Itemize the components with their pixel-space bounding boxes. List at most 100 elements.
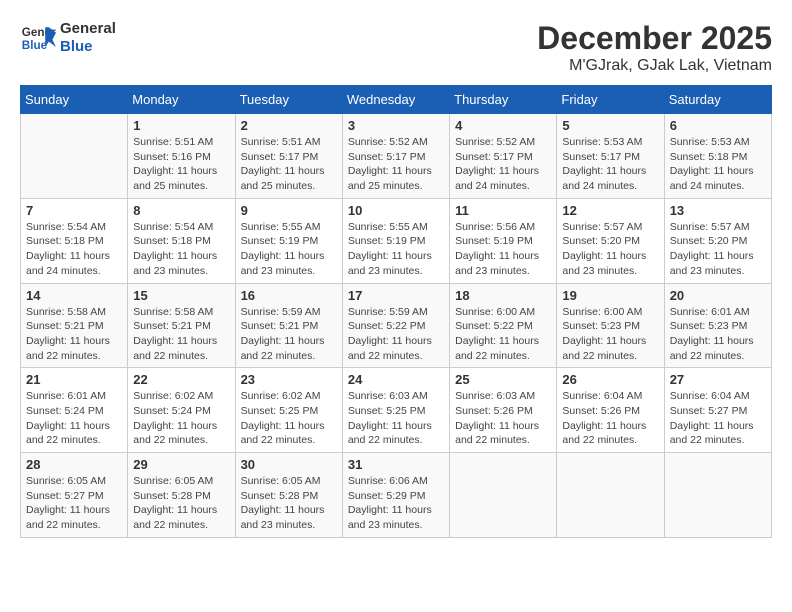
day-info: Sunrise: 6:00 AM Sunset: 5:23 PM Dayligh… xyxy=(562,305,658,364)
calendar-cell: 20 Sunrise: 6:01 AM Sunset: 5:23 PM Dayli… xyxy=(664,283,771,368)
calendar-cell: 25 Sunrise: 6:03 AM Sunset: 5:26 PM Dayli… xyxy=(450,368,557,453)
day-number: 20 xyxy=(670,288,766,303)
calendar-cell: 8Sunrise: 5:54 AM Sunset: 5:18 PM Daylig… xyxy=(128,198,235,283)
day-number: 1 xyxy=(133,118,229,133)
day-number: 4 xyxy=(455,118,551,133)
calendar-cell: 2 Sunrise: 5:51 AM Sunset: 5:17 PM Daylig… xyxy=(235,114,342,199)
calendar-cell: 22Sunrise: 6:02 AM Sunset: 5:24 PM Dayli… xyxy=(128,368,235,453)
calendar-cell: 23Sunrise: 6:02 AM Sunset: 5:25 PM Dayli… xyxy=(235,368,342,453)
day-number: 11 xyxy=(455,203,551,218)
page-subtitle: M'GJrak, GJak Lak, Vietnam xyxy=(537,57,772,75)
day-info: Sunrise: 5:58 AM Sunset: 5:21 PM Dayligh… xyxy=(26,305,122,364)
calendar-cell: 21 Sunrise: 6:01 AM Sunset: 5:24 PM Dayli… xyxy=(21,368,128,453)
day-number: 26 xyxy=(562,372,658,387)
svg-text:Blue: Blue xyxy=(22,39,48,52)
day-number: 9 xyxy=(241,203,337,218)
day-info: Sunrise: 5:51 AM Sunset: 5:17 PM Dayligh… xyxy=(241,135,337,194)
calendar-cell: 18Sunrise: 6:00 AM Sunset: 5:22 PM Dayli… xyxy=(450,283,557,368)
logo-general: General xyxy=(60,20,116,38)
day-number: 15 xyxy=(133,288,229,303)
day-info: Sunrise: 5:55 AM Sunset: 5:19 PM Dayligh… xyxy=(348,220,444,279)
day-number: 29 xyxy=(133,457,229,472)
day-number: 3 xyxy=(348,118,444,133)
day-number: 25 xyxy=(455,372,551,387)
week-row-2: 7 Sunrise: 5:54 AM Sunset: 5:18 PM Daylig… xyxy=(21,198,772,283)
day-number: 30 xyxy=(241,457,337,472)
calendar-cell xyxy=(450,453,557,538)
title-block: December 2025 M'GJrak, GJak Lak, Vietnam xyxy=(537,20,772,75)
calendar-cell: 14 Sunrise: 5:58 AM Sunset: 5:21 PM Dayli… xyxy=(21,283,128,368)
calendar-cell: 4 Sunrise: 5:52 AM Sunset: 5:17 PM Daylig… xyxy=(450,114,557,199)
day-number: 27 xyxy=(670,372,766,387)
calendar-cell: 19 Sunrise: 6:00 AM Sunset: 5:23 PM Dayli… xyxy=(557,283,664,368)
day-number: 17 xyxy=(348,288,444,303)
day-number: 14 xyxy=(26,288,122,303)
calendar-cell xyxy=(664,453,771,538)
day-info: Sunrise: 6:01 AM Sunset: 5:23 PM Dayligh… xyxy=(670,305,766,364)
logo: General Blue General Blue xyxy=(20,20,116,56)
day-number: 19 xyxy=(562,288,658,303)
day-number: 31 xyxy=(348,457,444,472)
day-number: 6 xyxy=(670,118,766,133)
calendar-cell: 24Sunrise: 6:03 AM Sunset: 5:25 PM Dayli… xyxy=(342,368,449,453)
week-row-4: 21 Sunrise: 6:01 AM Sunset: 5:24 PM Dayli… xyxy=(21,368,772,453)
calendar-cell: 5Sunrise: 5:53 AM Sunset: 5:17 PM Daylig… xyxy=(557,114,664,199)
header-day-wednesday: Wednesday xyxy=(342,86,449,114)
logo-icon: General Blue xyxy=(20,20,56,56)
header-day-sunday: Sunday xyxy=(21,86,128,114)
day-info: Sunrise: 6:04 AM Sunset: 5:27 PM Dayligh… xyxy=(670,389,766,448)
day-info: Sunrise: 5:57 AM Sunset: 5:20 PM Dayligh… xyxy=(562,220,658,279)
calendar-cell: 26Sunrise: 6:04 AM Sunset: 5:26 PM Dayli… xyxy=(557,368,664,453)
week-row-3: 14 Sunrise: 5:58 AM Sunset: 5:21 PM Dayli… xyxy=(21,283,772,368)
calendar-cell: 13Sunrise: 5:57 AM Sunset: 5:20 PM Dayli… xyxy=(664,198,771,283)
day-number: 16 xyxy=(241,288,337,303)
calendar-cell xyxy=(21,114,128,199)
day-number: 2 xyxy=(241,118,337,133)
header-day-tuesday: Tuesday xyxy=(235,86,342,114)
day-info: Sunrise: 6:02 AM Sunset: 5:24 PM Dayligh… xyxy=(133,389,229,448)
calendar-cell xyxy=(557,453,664,538)
week-row-1: 1 Sunrise: 5:51 AM Sunset: 5:16 PM Daylig… xyxy=(21,114,772,199)
day-number: 8 xyxy=(133,203,229,218)
calendar-cell: 16 Sunrise: 5:59 AM Sunset: 5:21 PM Dayli… xyxy=(235,283,342,368)
header-day-thursday: Thursday xyxy=(450,86,557,114)
day-number: 24 xyxy=(348,372,444,387)
day-number: 23 xyxy=(241,372,337,387)
day-number: 13 xyxy=(670,203,766,218)
day-number: 7 xyxy=(26,203,122,218)
day-number: 18 xyxy=(455,288,551,303)
page-title: December 2025 xyxy=(537,20,772,57)
calendar-cell: 31 Sunrise: 6:06 AM Sunset: 5:29 PM Dayli… xyxy=(342,453,449,538)
day-info: Sunrise: 5:54 AM Sunset: 5:18 PM Dayligh… xyxy=(26,220,122,279)
day-info: Sunrise: 5:52 AM Sunset: 5:17 PM Dayligh… xyxy=(348,135,444,194)
day-info: Sunrise: 6:06 AM Sunset: 5:29 PM Dayligh… xyxy=(348,474,444,533)
calendar-cell: 3 Sunrise: 5:52 AM Sunset: 5:17 PM Daylig… xyxy=(342,114,449,199)
week-row-5: 28Sunrise: 6:05 AM Sunset: 5:27 PM Dayli… xyxy=(21,453,772,538)
header-day-saturday: Saturday xyxy=(664,86,771,114)
day-info: Sunrise: 5:55 AM Sunset: 5:19 PM Dayligh… xyxy=(241,220,337,279)
calendar-table: SundayMondayTuesdayWednesdayThursdayFrid… xyxy=(20,85,772,538)
day-info: Sunrise: 5:53 AM Sunset: 5:18 PM Dayligh… xyxy=(670,135,766,194)
day-info: Sunrise: 5:59 AM Sunset: 5:21 PM Dayligh… xyxy=(241,305,337,364)
day-info: Sunrise: 6:01 AM Sunset: 5:24 PM Dayligh… xyxy=(26,389,122,448)
calendar-cell: 30 Sunrise: 6:05 AM Sunset: 5:28 PM Dayli… xyxy=(235,453,342,538)
day-info: Sunrise: 5:59 AM Sunset: 5:22 PM Dayligh… xyxy=(348,305,444,364)
day-info: Sunrise: 6:05 AM Sunset: 5:28 PM Dayligh… xyxy=(133,474,229,533)
day-info: Sunrise: 6:05 AM Sunset: 5:27 PM Dayligh… xyxy=(26,474,122,533)
day-info: Sunrise: 6:05 AM Sunset: 5:28 PM Dayligh… xyxy=(241,474,337,533)
calendar-cell: 17 Sunrise: 5:59 AM Sunset: 5:22 PM Dayli… xyxy=(342,283,449,368)
calendar-cell: 12 Sunrise: 5:57 AM Sunset: 5:20 PM Dayli… xyxy=(557,198,664,283)
day-info: Sunrise: 5:52 AM Sunset: 5:17 PM Dayligh… xyxy=(455,135,551,194)
logo-blue: Blue xyxy=(60,38,116,56)
day-number: 21 xyxy=(26,372,122,387)
calendar-cell: 29 Sunrise: 6:05 AM Sunset: 5:28 PM Dayli… xyxy=(128,453,235,538)
calendar-header-row: SundayMondayTuesdayWednesdayThursdayFrid… xyxy=(21,86,772,114)
day-number: 12 xyxy=(562,203,658,218)
day-info: Sunrise: 6:03 AM Sunset: 5:26 PM Dayligh… xyxy=(455,389,551,448)
calendar-cell: 28Sunrise: 6:05 AM Sunset: 5:27 PM Dayli… xyxy=(21,453,128,538)
calendar-cell: 10Sunrise: 5:55 AM Sunset: 5:19 PM Dayli… xyxy=(342,198,449,283)
day-info: Sunrise: 5:51 AM Sunset: 5:16 PM Dayligh… xyxy=(133,135,229,194)
day-number: 5 xyxy=(562,118,658,133)
calendar-cell: 11Sunrise: 5:56 AM Sunset: 5:19 PM Dayli… xyxy=(450,198,557,283)
calendar-cell: 6 Sunrise: 5:53 AM Sunset: 5:18 PM Daylig… xyxy=(664,114,771,199)
